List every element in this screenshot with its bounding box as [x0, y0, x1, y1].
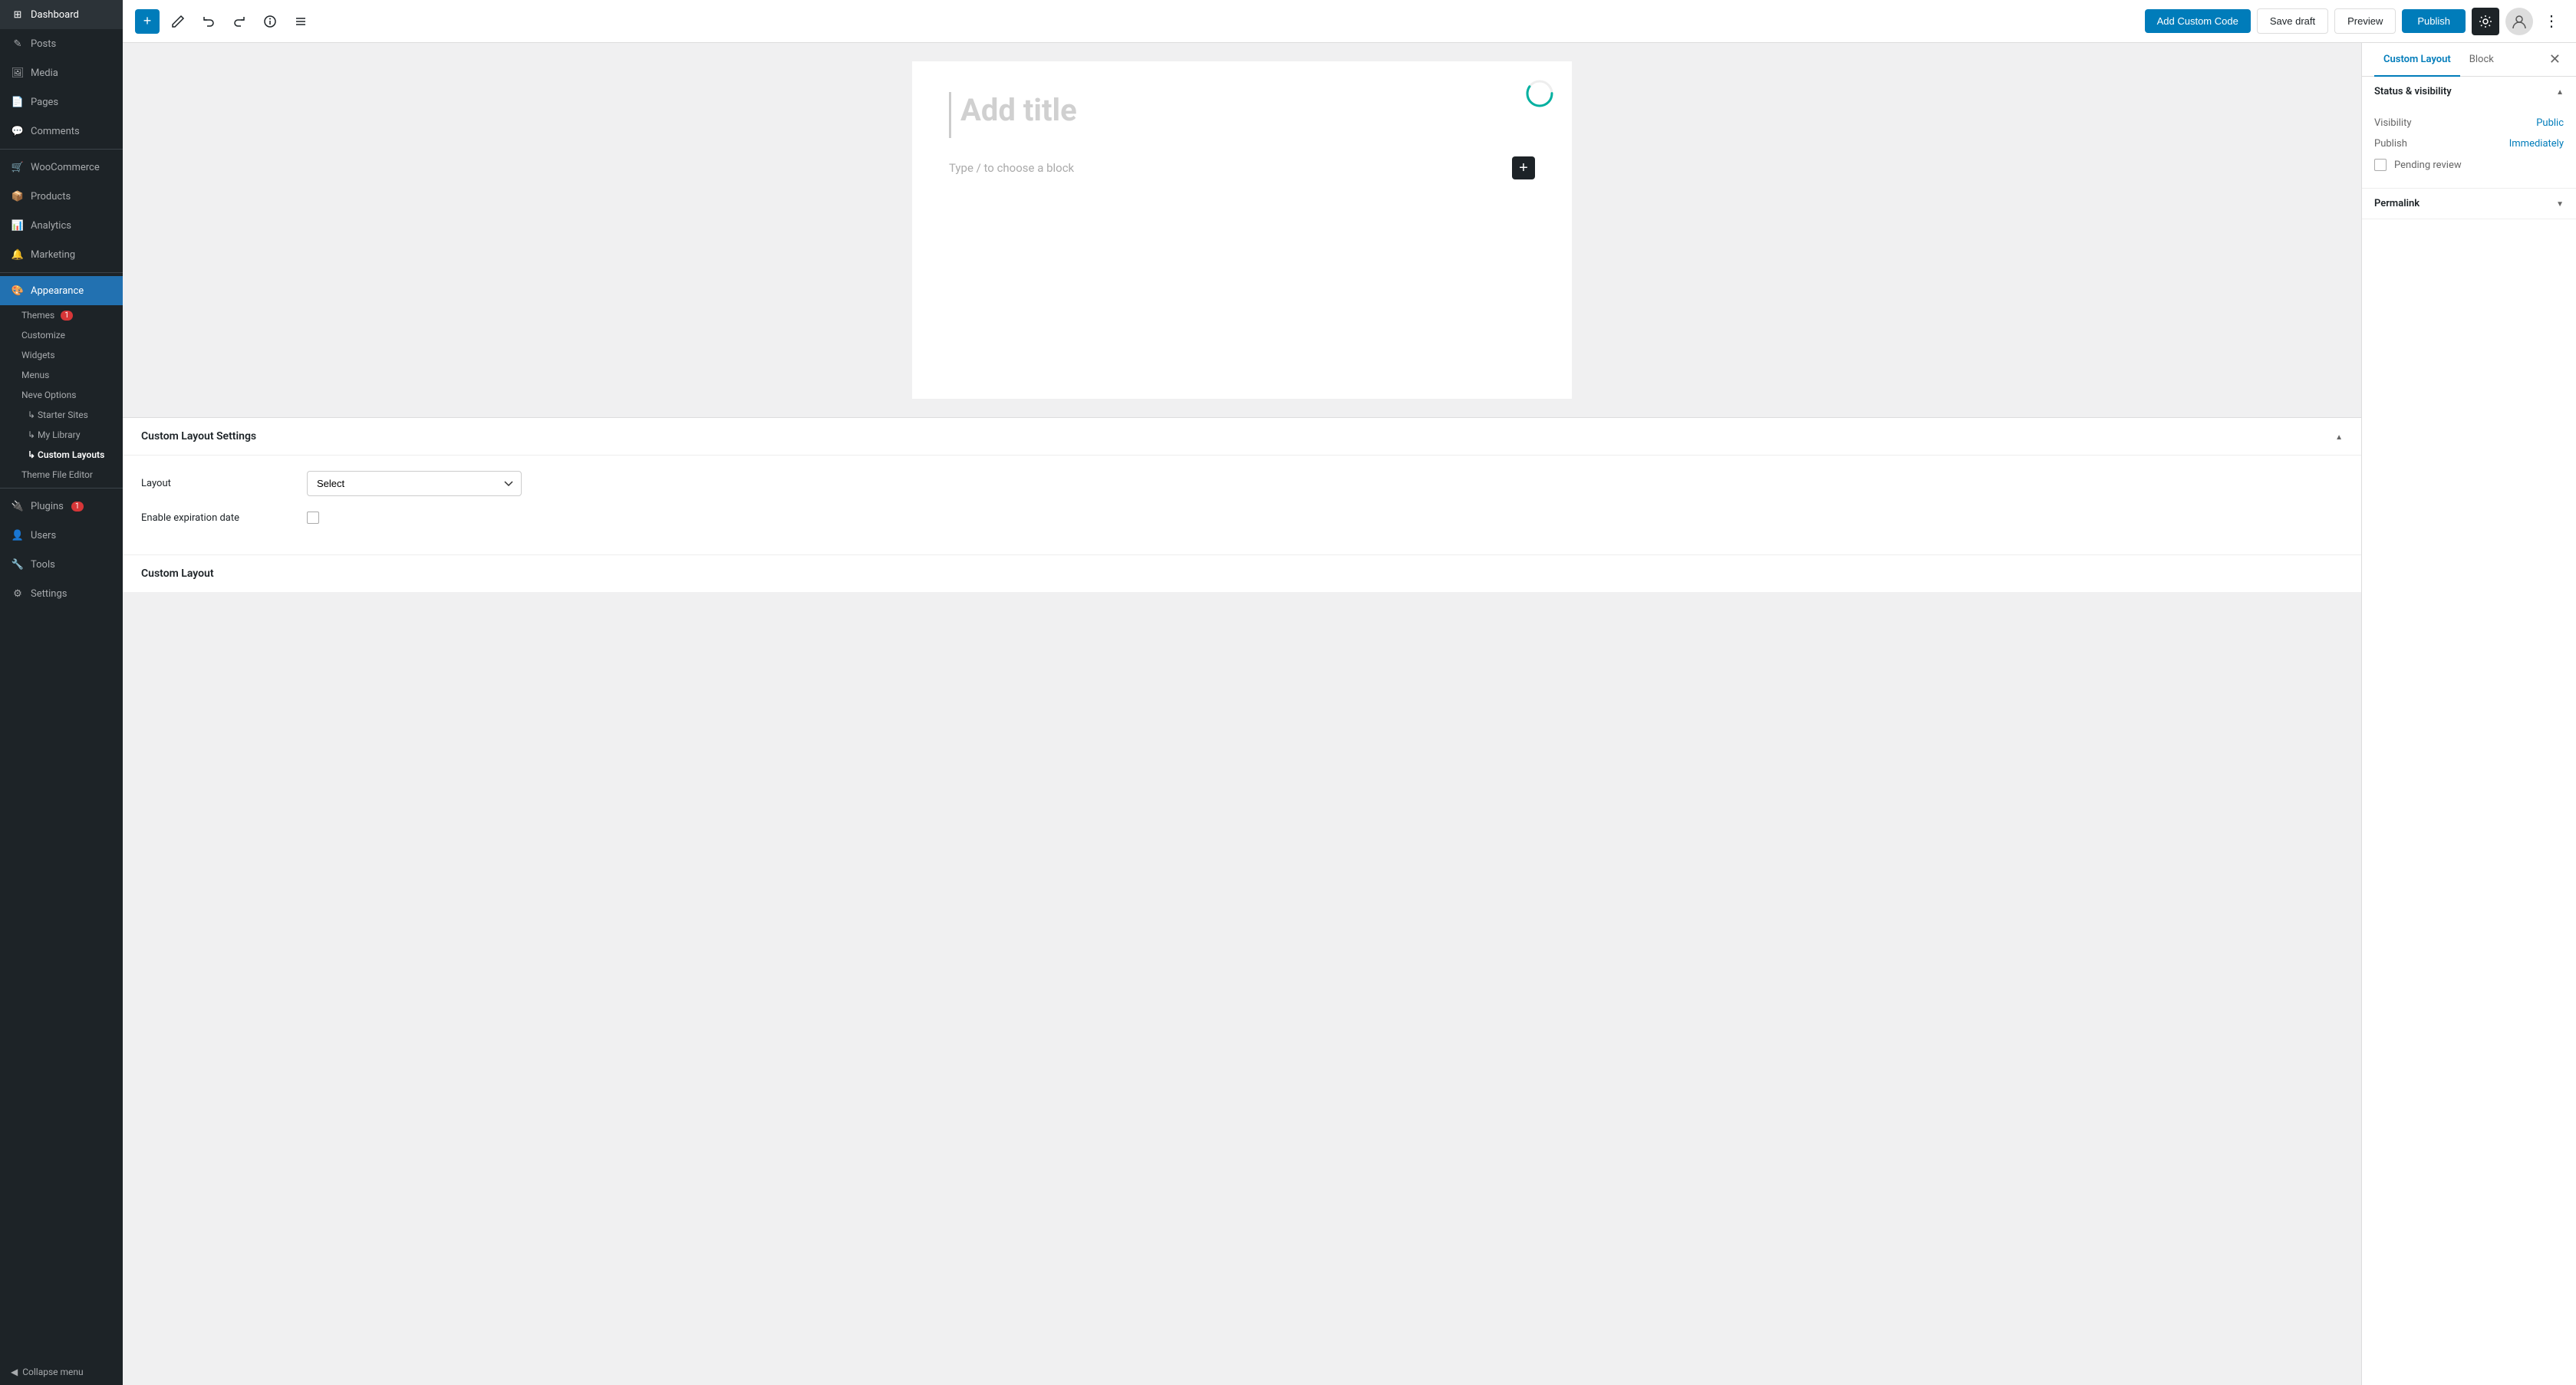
tools-icon: 🔧: [11, 558, 25, 571]
status-visibility-header[interactable]: Status & visibility: [2362, 77, 2576, 107]
add-block-toolbar-button[interactable]: +: [135, 9, 160, 34]
posts-icon: ✎: [11, 37, 25, 51]
preview-button[interactable]: Preview: [2334, 8, 2396, 34]
sidebar-subitem-widgets[interactable]: Widgets: [0, 345, 123, 365]
sidebar-item-users[interactable]: 👤 Users: [0, 521, 123, 550]
sidebar-item-dashboard[interactable]: ⊞ Dashboard: [0, 0, 123, 29]
comments-icon: 💬: [11, 124, 25, 138]
sidebar-subitem-my-library[interactable]: ↳ My Library: [0, 425, 123, 445]
sidebar-item-appearance[interactable]: 🎨 Appearance: [0, 276, 123, 305]
settings-panel-header[interactable]: Custom Layout Settings: [123, 418, 2361, 456]
media-icon: 🖼: [11, 66, 25, 80]
info-button[interactable]: [258, 9, 282, 34]
woocommerce-icon: 🛒: [11, 160, 25, 174]
dashboard-icon: ⊞: [11, 8, 25, 21]
sidebar-item-pages[interactable]: 📄 Pages: [0, 87, 123, 117]
editor: Add title Type / to choose a block + Cus…: [123, 43, 2361, 1385]
tab-block[interactable]: Block: [2460, 43, 2503, 76]
loading-spinner: [1526, 80, 1553, 107]
sidebar-item-posts[interactable]: ✎ Posts: [0, 29, 123, 58]
status-visibility-content: Visibility Public Publish Immediately Pe…: [2362, 107, 2576, 188]
add-block-button[interactable]: +: [1512, 156, 1535, 179]
settings-collapse-icon: [2335, 431, 2343, 442]
collapse-arrow-icon: ◀: [11, 1367, 18, 1377]
permalink-header[interactable]: Permalink: [2362, 189, 2576, 219]
sidebar-subitem-custom-layouts[interactable]: ↳ Custom Layouts: [0, 445, 123, 465]
settings-icon: ⚙: [11, 587, 25, 600]
sidebar-subitem-customize[interactable]: Customize: [0, 325, 123, 345]
sidebar-item-woocommerce[interactable]: 🛒 WooCommerce: [0, 153, 123, 182]
sidebar-subitem-starter-sites[interactable]: ↳ Starter Sites: [0, 405, 123, 425]
visibility-row: Visibility Public: [2374, 113, 2564, 133]
pending-review-checkbox[interactable]: [2374, 159, 2387, 171]
expiration-checkbox[interactable]: [307, 512, 319, 524]
sidebar-subitem-theme-file-editor[interactable]: Theme File Editor: [0, 465, 123, 485]
sidebar-item-media[interactable]: 🖼 Media: [0, 58, 123, 87]
users-icon: 👤: [11, 528, 25, 542]
more-options-button[interactable]: ⋮: [2539, 9, 2564, 34]
expiration-row: Enable expiration date: [141, 512, 2343, 524]
collapse-menu-button[interactable]: ◀ Collapse menu: [0, 1359, 123, 1385]
undo-button[interactable]: [196, 9, 221, 34]
editor-area: Add title Type / to choose a block + Cus…: [123, 43, 2576, 1385]
appearance-icon: 🎨: [11, 284, 25, 298]
settings-panel-content: Layout Select Header Footer Hook Individ…: [123, 456, 2361, 554]
sidebar-subitem-themes[interactable]: Themes 1: [0, 305, 123, 325]
layout-select[interactable]: Select Header Footer Hook Individual: [307, 471, 522, 496]
edit-toolbar-button[interactable]: [166, 9, 190, 34]
sidebar-item-products[interactable]: 📦 Products: [0, 182, 123, 211]
redo-button[interactable]: [227, 9, 252, 34]
sidebar-item-settings[interactable]: ⚙ Settings: [0, 579, 123, 608]
block-placeholder: Type / to choose a block +: [949, 156, 1535, 179]
status-visibility-section: Status & visibility Visibility Public Pu…: [2362, 77, 2576, 189]
sidebar-item-plugins[interactable]: 🔌 Plugins 1: [0, 492, 123, 521]
products-icon: 📦: [11, 189, 25, 203]
status-visibility-chevron: [2556, 86, 2564, 97]
permalink-chevron: [2556, 198, 2564, 209]
marketing-icon: 🔔: [11, 248, 25, 262]
sidebar: ⊞ Dashboard ✎ Posts 🖼 Media 📄 Pages 💬 Co…: [0, 0, 123, 1385]
sidebar-item-tools[interactable]: 🔧 Tools: [0, 550, 123, 579]
pending-review-row: Pending review: [2374, 154, 2564, 176]
panel-close-button[interactable]: ✕: [2546, 43, 2564, 76]
sidebar-subitem-menus[interactable]: Menus: [0, 365, 123, 385]
sidebar-item-marketing[interactable]: 🔔 Marketing: [0, 240, 123, 269]
right-panel: Custom Layout Block ✕ Status & visibilit…: [2361, 43, 2576, 1385]
sidebar-subitem-neve-options[interactable]: Neve Options: [0, 385, 123, 405]
post-title-input[interactable]: Add title: [949, 92, 1535, 138]
editor-canvas: Add title Type / to choose a block +: [912, 61, 1572, 399]
toolbar: + Add Custom Code Save draft Preview Pub…: [123, 0, 2576, 43]
tab-custom-layout[interactable]: Custom Layout: [2374, 43, 2460, 76]
publish-button[interactable]: Publish: [2402, 9, 2466, 33]
settings-gear-button[interactable]: [2472, 8, 2499, 35]
main-area: + Add Custom Code Save draft Preview Pub…: [123, 0, 2576, 1385]
permalink-section: Permalink: [2362, 189, 2576, 219]
sidebar-item-comments[interactable]: 💬 Comments: [0, 117, 123, 146]
sidebar-item-analytics[interactable]: 📊 Analytics: [0, 211, 123, 240]
panel-tabs: Custom Layout Block ✕: [2362, 43, 2576, 77]
list-view-button[interactable]: [288, 9, 313, 34]
pages-icon: 📄: [11, 95, 25, 109]
user-avatar[interactable]: [2505, 8, 2533, 35]
save-draft-button[interactable]: Save draft: [2257, 8, 2328, 34]
plugins-icon: 🔌: [11, 499, 25, 513]
layout-row: Layout Select Header Footer Hook Individ…: [141, 471, 2343, 496]
custom-layout-bottom-label: Custom Layout: [123, 554, 2361, 592]
publish-row: Publish Immediately: [2374, 133, 2564, 154]
add-custom-code-button[interactable]: Add Custom Code: [2145, 9, 2251, 33]
publish-value[interactable]: Immediately: [2509, 138, 2564, 150]
custom-layout-settings-panel: Custom Layout Settings Layout Select Hea…: [123, 417, 2361, 592]
analytics-icon: 📊: [11, 219, 25, 232]
appearance-submenu: Themes 1 Customize Widgets Menus Neve Op…: [0, 305, 123, 485]
visibility-value[interactable]: Public: [2536, 117, 2564, 129]
